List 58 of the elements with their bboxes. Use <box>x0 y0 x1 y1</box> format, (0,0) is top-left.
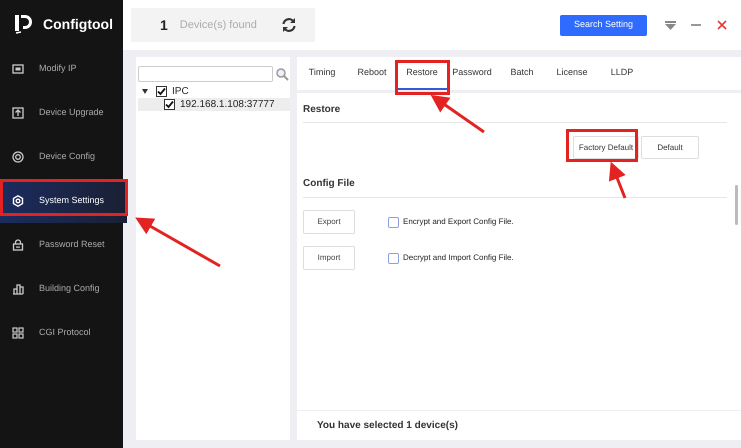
device-count-label: Device(s) found <box>180 18 257 33</box>
search-icon[interactable] <box>276 68 289 80</box>
selection-status: You have selected 1 device(s) <box>317 419 458 433</box>
sidebar-label: Device Upgrade <box>39 106 104 120</box>
checkbox[interactable] <box>388 216 399 228</box>
sidebar-label: Password Reset <box>39 238 105 252</box>
upload-icon <box>12 107 24 119</box>
refresh-icon[interactable] <box>280 17 297 33</box>
checkbox[interactable] <box>156 86 167 97</box>
grid-icon <box>12 327 24 339</box>
sidebar-item[interactable]: Device Upgrade <box>0 91 123 135</box>
logo-icon <box>13 13 35 35</box>
settings-icon <box>12 195 24 207</box>
lock-icon <box>12 239 24 251</box>
annotation-box <box>395 60 450 95</box>
tab[interactable]: Timing <box>297 57 347 90</box>
sidebar-item[interactable]: Modify IP <box>0 47 123 91</box>
section-title: Config File <box>303 176 727 198</box>
circle-icon <box>12 151 24 163</box>
tab[interactable]: Restore <box>397 57 447 90</box>
device-count: 1 <box>160 16 168 34</box>
tab[interactable]: Reboot <box>347 57 397 90</box>
section-title: Restore <box>303 102 727 123</box>
sidebar-label: Device Config <box>39 150 96 164</box>
ip-icon <box>12 63 24 75</box>
tree-label[interactable]: IPC <box>172 84 189 99</box>
sidebar-item[interactable]: Device Config <box>0 135 123 179</box>
bar-chart-icon <box>12 283 24 295</box>
restore-button[interactable]: Default <box>641 136 699 159</box>
config-button[interactable]: Export <box>303 210 355 234</box>
app-title: Configtool <box>43 14 113 34</box>
checkbox-label: Decrypt and Import Config File. <box>403 252 514 264</box>
config-button[interactable]: Import <box>303 246 355 270</box>
tree-label[interactable]: 192.168.1.108:37777 <box>180 97 275 112</box>
scrollbar <box>735 185 738 225</box>
sidebar-item[interactable]: CGI Protocol <box>0 311 123 355</box>
annotation-arrow <box>608 162 626 199</box>
annotation-box <box>566 129 638 162</box>
close-icon[interactable] <box>717 20 727 30</box>
checkbox-label: Encrypt and Export Config File. <box>403 216 514 228</box>
annotation-arrow <box>430 94 485 134</box>
sidebar-label: System Settings <box>39 194 104 208</box>
tab[interactable]: License <box>547 57 597 90</box>
checkbox[interactable] <box>388 252 399 264</box>
sidebar-item[interactable]: Password Reset <box>0 223 123 267</box>
search-setting-button[interactable]: Search Setting <box>560 14 647 36</box>
tab[interactable]: Password <box>447 57 497 90</box>
tab[interactable]: LLDP <box>597 57 647 90</box>
tree-row[interactable]: 192.168.1.108:37777 <box>138 98 290 111</box>
filter-icon[interactable] <box>665 20 676 30</box>
checkbox[interactable] <box>164 99 175 110</box>
tab[interactable]: Batch <box>497 57 547 90</box>
search-field[interactable] <box>138 66 273 82</box>
restore-button[interactable]: Factory Default <box>573 136 639 159</box>
sidebar-label: Modify IP <box>39 62 77 76</box>
sidebar-label: Building Config <box>39 282 100 296</box>
sidebar-label: CGI Protocol <box>39 326 91 340</box>
sidebar-item[interactable]: Building Config <box>0 267 123 311</box>
